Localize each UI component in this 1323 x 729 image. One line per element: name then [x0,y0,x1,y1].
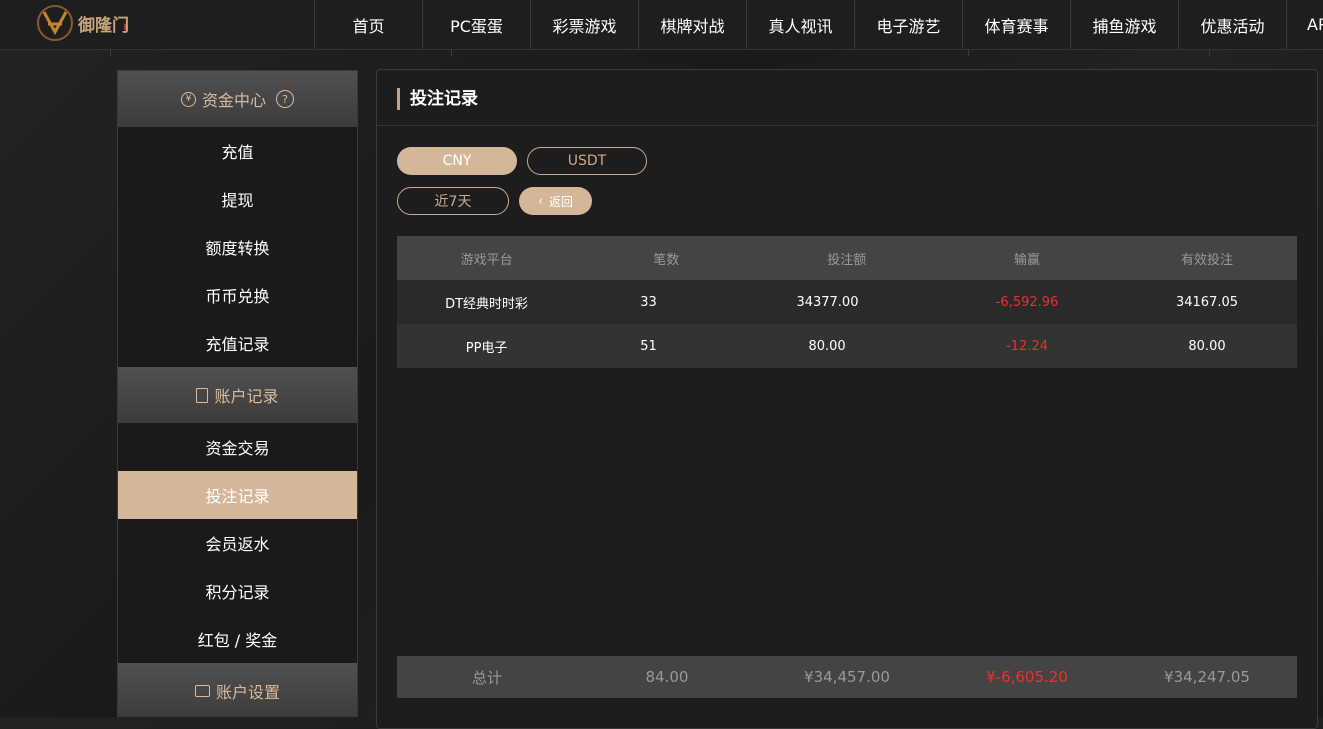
back-button[interactable]: ‹ 返回 [519,187,592,215]
nav-lottery[interactable]: 彩票游戏 [530,0,638,49]
user-settings-icon [194,685,210,697]
col-winloss: 输赢 [937,236,1118,280]
cell-count: 33 [576,280,757,324]
site-logo[interactable]: 御隆门 [36,2,136,44]
cell-winloss: -6,592.96 [937,280,1118,324]
sidebar-item-transfer[interactable]: 额度转换 [118,223,357,271]
nav-fishing[interactable]: 捕鱼游戏 [1070,0,1178,49]
sidebar-item-rebate[interactable]: 会员返水 [118,519,357,567]
sidebar-item-exchange[interactable]: 币币兑换 [118,271,357,319]
records-table: 游戏平台 笔数 投注额 输赢 有效投注 DT经典时时彩 33 34377.00 … [397,236,1297,368]
page-title: 投注记录 [397,88,478,110]
back-label: 返回 [548,194,573,209]
nav-live-casino[interactable]: 真人视讯 [746,0,854,49]
col-valid-bet: 有效投注 [1117,236,1297,280]
total-bet: ¥34,457.00 [804,668,890,686]
sidebar-item-withdraw[interactable]: 提现 [118,175,357,223]
totals-row: 总计 84.00 ¥34,457.00 ¥-6,605.20 ¥34,247.0… [397,656,1297,698]
sidebar: ¥ 资金中心 ? 充值 提现 额度转换 币币兑换 充值记录 账户记录 资金交易 … [117,70,358,717]
total-label: 总计 [471,668,502,687]
logo-text: 御隆门 [78,16,129,36]
nav-home[interactable]: 首页 [314,0,422,49]
nav-promotions[interactable]: 优惠活动 [1178,0,1286,49]
table-row: PP电子 51 80.00 -12.24 80.00 [397,324,1297,368]
nav-sports[interactable]: 体育赛事 [962,0,1070,49]
cell-valid-bet: 34167.05 [1117,280,1297,324]
nav-slots[interactable]: 电子游艺 [854,0,962,49]
sidebar-section-label: 账户记录 [214,387,279,406]
currency-cny-button[interactable]: CNY [397,147,517,175]
sidebar-item-bonus[interactable]: 红包 / 奖金 [118,615,357,663]
cell-bet: 80.00 [756,324,938,368]
help-icon[interactable]: ? [276,90,294,108]
sidebar-item-deposit[interactable]: 充值 [118,127,357,175]
col-count: 笔数 [576,236,757,280]
date-range-button[interactable]: 近7天 [397,187,509,215]
total-winloss: ¥-6,605.20 [986,668,1068,686]
sidebar-section-label: 资金中心 [201,91,266,110]
nav-subline [110,49,1323,56]
nav-app[interactable]: AP [1286,0,1323,49]
table-row: DT经典时时彩 33 34377.00 -6,592.96 34167.05 [397,280,1297,324]
table-header: 游戏平台 笔数 投注额 输赢 有效投注 [397,236,1297,280]
col-platform: 游戏平台 [397,236,577,280]
cell-valid-bet: 80.00 [1117,324,1297,368]
cell-count: 51 [576,324,757,368]
nav-pc-dandan[interactable]: PC蛋蛋 [422,0,530,49]
sidebar-item-deposit-records[interactable]: 充值记录 [118,319,357,367]
top-nav-bar: 御隆门 首页 PC蛋蛋 彩票游戏 棋牌对战 真人视讯 电子游艺 体育赛事 捕鱼游… [0,0,1323,50]
currency-usdt-button[interactable]: USDT [527,147,647,175]
title-divider [377,125,1317,126]
total-count: 84.00 [645,668,689,686]
sidebar-item-bet-records[interactable]: 投注记录 [118,471,357,519]
coin-icon: ¥ [180,91,196,107]
bet-records-panel: 投注记录 CNY USDT 近7天 ‹ 返回 游戏平台 笔数 投注额 输赢 有效… [376,69,1318,729]
cell-bet: 34377.00 [756,280,938,324]
sidebar-section-label: 账户设置 [215,683,280,702]
sidebar-section-settings: 账户设置 [118,663,357,716]
cell-platform: PP电子 [397,324,577,368]
col-bet: 投注额 [756,236,938,280]
total-valid-bet: ¥34,247.05 [1164,668,1250,686]
sidebar-section-funds: ¥ 资金中心 ? [118,71,357,127]
document-icon [196,387,209,403]
sidebar-section-records: 账户记录 [118,367,357,423]
sidebar-item-transactions[interactable]: 资金交易 [118,423,357,471]
sidebar-item-points[interactable]: 积分记录 [118,567,357,615]
chevron-left-icon: ‹ [538,194,543,208]
cell-platform: DT经典时时彩 [397,280,577,324]
nav-chess-cards[interactable]: 棋牌对战 [638,0,746,49]
cell-winloss: -12.24 [937,324,1118,368]
